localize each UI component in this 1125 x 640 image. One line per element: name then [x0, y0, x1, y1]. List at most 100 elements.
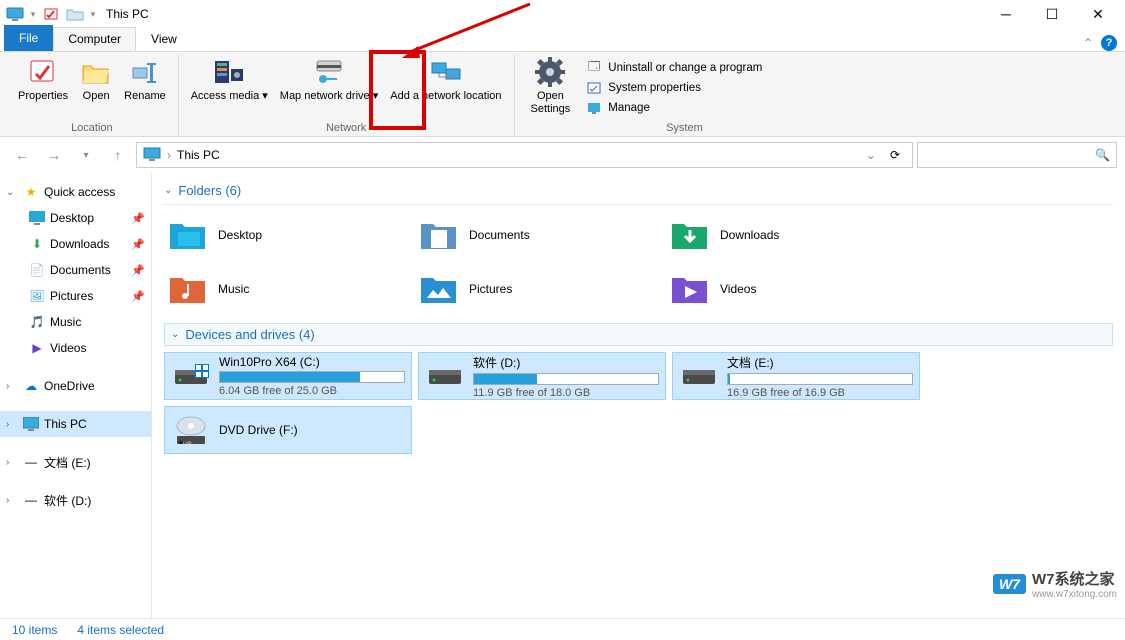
group-network: Access media ▾ Map network drive ▾ Add a… [179, 54, 515, 136]
onedrive-icon: ☁ [22, 377, 40, 395]
music-icon: 🎵 [28, 313, 46, 331]
drive-free-text: 16.9 GB free of 16.9 GB [727, 387, 913, 399]
music-folder-icon [168, 271, 208, 307]
sidebar-drive-d[interactable]: ›—软件 (D:) [0, 487, 151, 513]
refresh-icon[interactable]: ⟳ [884, 148, 906, 162]
ribbon: Properties Open Rename Location Access m… [0, 52, 1125, 137]
downloads-icon: ⬇ [28, 235, 46, 253]
status-selected-count: 4 items selected [77, 623, 164, 637]
maximize-button[interactable]: ☐ [1029, 0, 1075, 28]
properties-button[interactable]: Properties [12, 54, 74, 122]
sidebar-documents[interactable]: 📄Documents📌 [0, 257, 151, 283]
drive-item[interactable]: 软件 (D:) 11.9 GB free of 18.0 GB [418, 352, 666, 400]
drive-icon: DVD [171, 414, 211, 446]
drive-item[interactable]: DVD DVD Drive (F:) [164, 406, 412, 454]
uninstall-icon: 🗔 [586, 60, 602, 76]
sidebar-downloads[interactable]: ⬇Downloads📌 [0, 231, 151, 257]
up-button[interactable]: ↑ [104, 141, 132, 169]
rename-button[interactable]: Rename [118, 54, 172, 122]
pin-icon: 📌 [131, 290, 145, 303]
drive-name: Win10Pro X64 (C:) [219, 355, 405, 369]
star-icon: ★ [22, 183, 40, 201]
access-media-button[interactable]: Access media ▾ [185, 54, 274, 122]
qat-dropdown-1[interactable]: ▾ [28, 3, 38, 25]
system-properties-button[interactable]: System properties [586, 79, 762, 97]
sidebar-onedrive[interactable]: ›☁OneDrive [0, 373, 151, 399]
forward-button[interactable]: → [40, 141, 68, 169]
qat-properties[interactable] [40, 3, 62, 25]
sidebar-pictures[interactable]: 🖼Pictures📌 [0, 283, 151, 309]
pc-icon [22, 415, 40, 433]
drive-usage-bar [219, 371, 405, 383]
recent-button[interactable]: ▾ [72, 141, 100, 169]
navigation-pane: ⌄★Quick access Desktop📌 ⬇Downloads📌 📄Doc… [0, 173, 152, 618]
open-button[interactable]: Open [74, 54, 118, 122]
folder-documents[interactable]: Documents [415, 211, 660, 259]
pictures-folder-icon [419, 271, 459, 307]
drive-name: DVD Drive (F:) [219, 423, 405, 437]
window-title: This PC [106, 7, 149, 21]
folder-desktop[interactable]: Desktop [164, 211, 409, 259]
back-button[interactable]: ← [8, 141, 36, 169]
drive-icon [679, 360, 719, 392]
close-button[interactable]: ✕ [1075, 0, 1121, 28]
folder-downloads[interactable]: Downloads [666, 211, 911, 259]
address-bar[interactable]: › This PC ⌄ ⟳ [136, 142, 913, 168]
drive-free-text: 11.9 GB free of 18.0 GB [473, 387, 659, 399]
folder-pictures[interactable]: Pictures [415, 265, 660, 313]
sysprops-icon [586, 80, 602, 96]
add-network-location-button[interactable]: Add a network location [384, 54, 507, 122]
drive-usage-bar [473, 373, 659, 385]
sidebar-videos[interactable]: ▶Videos [0, 335, 151, 361]
address-dropdown-icon[interactable]: ⌄ [860, 148, 882, 162]
tab-file[interactable]: File [4, 25, 53, 51]
map-drive-button[interactable]: Map network drive ▾ [274, 54, 384, 122]
sidebar-desktop[interactable]: Desktop📌 [0, 205, 151, 231]
minimize-button[interactable]: ─ [983, 0, 1029, 28]
drive-item[interactable]: 文档 (E:)16.9 GB free of 16.9 GB [672, 352, 920, 400]
folder-videos[interactable]: Videos [666, 265, 911, 313]
drives-header[interactable]: ⌄Devices and drives (4) [164, 323, 1113, 346]
videos-folder-icon [670, 271, 710, 307]
uninstall-program-button[interactable]: 🗔Uninstall or change a program [586, 59, 762, 77]
tab-computer[interactable]: Computer [53, 27, 136, 51]
drive-icon: — [22, 453, 40, 471]
drive-item[interactable]: Win10Pro X64 (C:)6.04 GB free of 25.0 GB [164, 352, 412, 400]
svg-text:DVD: DVD [183, 440, 192, 445]
group-system: OpenSettings 🗔Uninstall or change a prog… [515, 54, 775, 136]
sidebar-quick-access[interactable]: ⌄★Quick access [0, 179, 151, 205]
tab-view[interactable]: View [136, 27, 192, 51]
pin-icon: 📌 [131, 264, 145, 277]
pc-icon [143, 147, 161, 164]
downloads-folder-icon [670, 217, 710, 253]
qat-dropdown-2[interactable]: ▾ [88, 3, 98, 25]
title-bar: ▾ ▾ This PC ─ ☐ ✕ [0, 0, 1125, 28]
folders-header[interactable]: ⌄Folders (6) [164, 181, 1113, 205]
drive-icon [171, 360, 211, 392]
watermark: W7 W7系统之家www.w7xitong.com [993, 568, 1117, 600]
drive-icon [425, 360, 465, 392]
sidebar-this-pc[interactable]: ›This PC [0, 411, 151, 437]
qat-folder[interactable] [64, 3, 86, 25]
help-icon[interactable]: ? [1101, 35, 1117, 51]
desktop-icon [28, 209, 46, 227]
pin-icon: 📌 [131, 238, 145, 251]
manage-icon [586, 100, 602, 116]
search-input[interactable]: 🔍 [917, 142, 1117, 168]
ribbon-collapse-icon[interactable]: ⌃ [1083, 36, 1093, 50]
breadcrumb-this-pc[interactable]: This PC [177, 148, 220, 162]
videos-icon: ▶ [28, 339, 46, 357]
pictures-icon: 🖼 [28, 287, 46, 305]
app-icon [4, 3, 26, 25]
open-settings-button[interactable]: OpenSettings [521, 54, 581, 122]
address-row: ← → ▾ ↑ › This PC ⌄ ⟳ 🔍 [0, 137, 1125, 173]
desktop-folder-icon [168, 217, 208, 253]
drive-icon: — [22, 491, 40, 509]
group-location: Properties Open Rename Location [6, 54, 179, 136]
manage-button[interactable]: Manage [586, 99, 762, 117]
drive-name: 软件 (D:) [473, 354, 659, 371]
drive-usage-bar [727, 373, 913, 385]
sidebar-music[interactable]: 🎵Music [0, 309, 151, 335]
sidebar-drive-e[interactable]: ›—文档 (E:) [0, 449, 151, 475]
folder-music[interactable]: Music [164, 265, 409, 313]
